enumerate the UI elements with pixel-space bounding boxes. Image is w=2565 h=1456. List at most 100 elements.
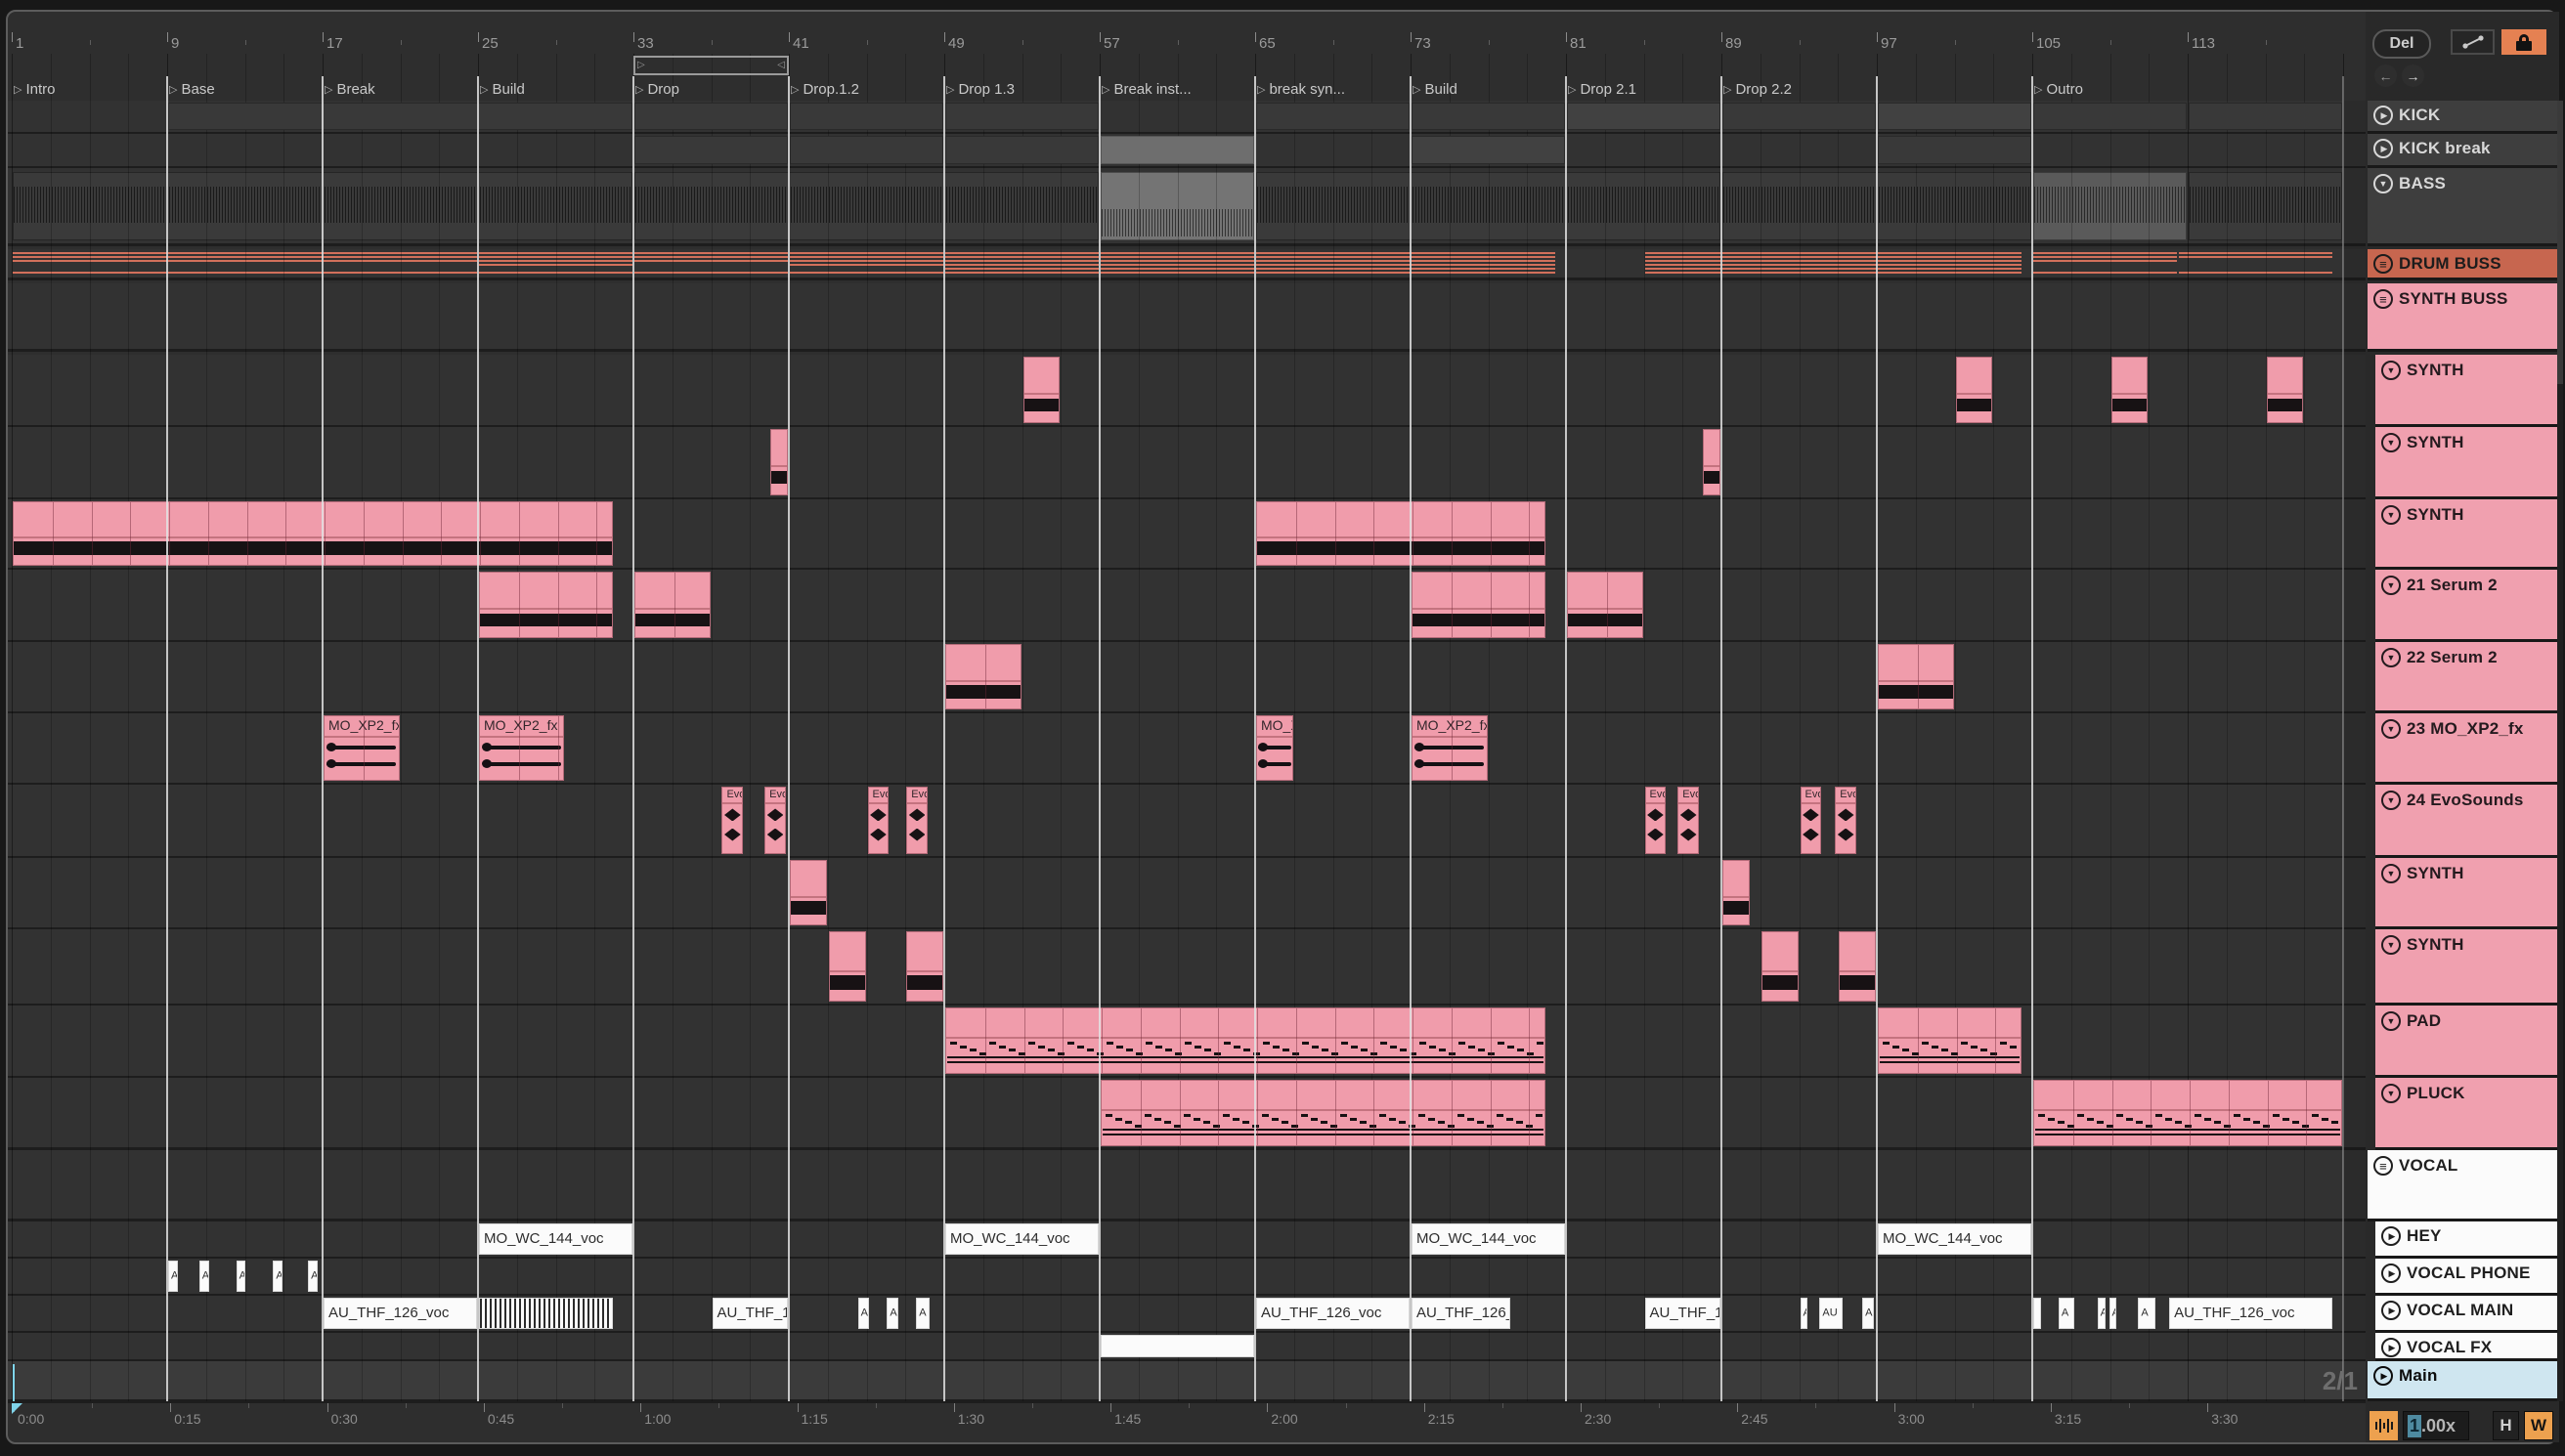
clip-a[interactable]: A <box>916 1298 931 1329</box>
clip-faint[interactable] <box>634 103 788 130</box>
clip-wtiny[interactable] <box>2033 1298 2041 1329</box>
clip-faint[interactable] <box>1256 103 1410 130</box>
clip-faint[interactable] <box>790 136 943 164</box>
clip-evos[interactable]: EvoS <box>764 787 786 854</box>
play-icon[interactable]: ▶ <box>2373 139 2393 158</box>
clip-au-thf-126-voc[interactable]: AU_THF_126_voc <box>1412 1298 1511 1329</box>
track-header-drum-buss[interactable]: ≡ DRUM BUSS <box>2368 249 2557 280</box>
clip-midi[interactable] <box>13 501 614 566</box>
play-icon[interactable]: ▶ <box>2381 1301 2401 1320</box>
clip-faint[interactable] <box>1722 103 1876 130</box>
track-header-22-serum-2[interactable]: ▼ 22 Serum 2 <box>2375 642 2557 713</box>
clip-midi[interactable] <box>1412 572 1546 638</box>
track-header-vocal-main[interactable]: ▶ VOCAL MAIN <box>2375 1296 2557 1333</box>
clip-evos[interactable]: EvoS <box>1677 787 1700 854</box>
track-header-synth-buss[interactable]: ≡ SYNTH BUSS <box>2368 283 2557 352</box>
track-header-hey[interactable]: ▶ HEY <box>2375 1221 2557 1259</box>
loop-region-brace[interactable]: ▷ ◁ <box>633 56 789 75</box>
clip-a[interactable]: A <box>2058 1298 2074 1329</box>
clip-a[interactable]: A <box>198 1261 209 1292</box>
clip-a[interactable]: A <box>857 1298 870 1329</box>
clip-evos[interactable]: EvoS <box>1644 787 1667 854</box>
clip-a[interactable]: A <box>168 1261 178 1292</box>
clip-a[interactable]: A <box>236 1261 246 1292</box>
locator-break[interactable]: ▷ Break <box>325 78 375 100</box>
forward-button[interactable]: → <box>2402 64 2424 87</box>
clip-midi[interactable] <box>1703 429 1720 495</box>
clip-midi[interactable] <box>1761 931 1799 1002</box>
clip-mo-xp2-fx[interactable]: MO_XP2_fx <box>324 715 400 781</box>
track-header-kick[interactable]: ▶ KICK <box>2368 101 2557 134</box>
lock-envelopes-button[interactable] <box>2501 29 2546 55</box>
locator-base[interactable]: ▷ Base <box>169 78 215 100</box>
clip-mo-wc-144-voc[interactable]: MO_WC_144_voc <box>1878 1223 2031 1255</box>
clip-au-thf-126-voc[interactable]: AU_THF_126_voc <box>712 1298 788 1329</box>
clip-faint2[interactable] <box>1878 103 2031 130</box>
clip-faint2[interactable] <box>1412 136 1565 164</box>
clip-dash[interactable] <box>1101 1080 1546 1146</box>
track-header-synth[interactable]: ▼ SYNTH <box>2375 858 2557 929</box>
clip-midi[interactable] <box>770 429 788 495</box>
clip-midi[interactable] <box>1022 357 1061 423</box>
track-header-synth[interactable]: ▼ SYNTH <box>2375 427 2557 499</box>
clip-midi[interactable] <box>1839 931 1876 1002</box>
clip-au-thf-126-voc[interactable]: AU_THF_126_voc <box>1256 1298 1410 1329</box>
clip-faint[interactable] <box>945 136 1099 164</box>
clip-evos[interactable]: EvoS <box>1800 787 1822 854</box>
clip-au[interactable]: AU <box>1819 1298 1844 1329</box>
fold-icon[interactable]: ▼ <box>2381 864 2401 883</box>
clip-faint[interactable] <box>2189 103 2342 130</box>
clip-evos[interactable]: EvoS <box>906 787 929 854</box>
locator-drop[interactable]: ▷ Drop <box>635 78 679 100</box>
clip-faint[interactable] <box>1412 103 1565 130</box>
clip-a[interactable]: A <box>2097 1298 2106 1329</box>
clip-au-thf-126-voc[interactable]: AU_THF_126_voc <box>324 1298 477 1329</box>
clip-evos[interactable]: EvoS <box>867 787 890 854</box>
track-header-21-serum-2[interactable]: ▼ 21 Serum 2 <box>2375 570 2557 642</box>
clip-midi[interactable] <box>479 572 614 638</box>
locator-drop-1-3[interactable]: ▷ Drop 1.3 <box>946 78 1015 100</box>
play-icon[interactable]: ▶ <box>2373 106 2393 125</box>
group-icon[interactable]: ≡ <box>2373 254 2393 274</box>
track-header-vocal-phone[interactable]: ▶ VOCAL PHONE <box>2375 1259 2557 1296</box>
locator-build[interactable]: ▷ Build <box>480 78 525 100</box>
clip-a[interactable]: A <box>1862 1298 1874 1329</box>
clip-midi[interactable] <box>2110 357 2149 423</box>
back-button[interactable]: ← <box>2374 64 2397 87</box>
clip-faint[interactable] <box>168 103 632 130</box>
locator-build[interactable]: ▷ Build <box>1413 78 1457 100</box>
locator-break-syn[interactable]: ▷ break syn... <box>1257 78 1345 100</box>
track-header-23-mo-xp2-fx[interactable]: ▼ 23 MO_XP2_fx <box>2375 713 2557 785</box>
group-icon[interactable]: ≡ <box>2373 289 2393 309</box>
clip-au-thf-126-voc[interactable]: AU_THF_126_voc <box>2169 1298 2333 1329</box>
fold-icon[interactable]: ▼ <box>2381 505 2401 525</box>
clip-dash[interactable] <box>945 1007 1546 1074</box>
clip-wplain[interactable] <box>1101 1335 1254 1357</box>
clip-mo-wc-144-voc[interactable]: MO_WC_144_voc <box>1412 1223 1565 1255</box>
audition-waveform-button[interactable] <box>2369 1411 2398 1440</box>
track-header-synth[interactable]: ▼ SYNTH <box>2375 499 2557 570</box>
zoom-width-button[interactable]: W <box>2524 1411 2553 1440</box>
vertical-scrollbar-handle[interactable] <box>2557 101 2563 384</box>
fold-icon[interactable]: ▼ <box>2381 1084 2401 1103</box>
clip-faint[interactable] <box>945 103 1099 130</box>
clip-a[interactable]: A <box>2138 1298 2156 1329</box>
clip-midi[interactable] <box>1955 357 1993 423</box>
clip-mo-wc-144-voc[interactable]: MO_WC_144_voc <box>479 1223 632 1255</box>
drum-buss-clip[interactable] <box>2179 252 2333 277</box>
delete-button[interactable]: Del <box>2372 29 2431 59</box>
clip-faint[interactable] <box>1878 136 2031 164</box>
clip-mo-wc-144-voc[interactable]: MO_WC_144_voc <box>945 1223 1099 1255</box>
clip-faint[interactable] <box>2033 103 2187 130</box>
track-header-pluck[interactable]: ▼ PLUCK <box>2375 1078 2557 1150</box>
clip-midi[interactable] <box>1878 644 1954 709</box>
fold-icon[interactable]: ▼ <box>2381 361 2401 380</box>
clip-midi[interactable] <box>790 860 827 925</box>
fold-icon[interactable]: ▼ <box>2381 1011 2401 1031</box>
clip-mo-xp2-fx[interactable]: MO_XP2_fx <box>1256 715 1293 781</box>
clip-a[interactable]: A <box>308 1261 319 1292</box>
playhead-marker[interactable] <box>12 1403 22 1414</box>
clip-a[interactable]: A <box>273 1261 283 1292</box>
clip-a[interactable]: A <box>1800 1298 1808 1329</box>
play-icon[interactable]: ▶ <box>2381 1263 2401 1283</box>
